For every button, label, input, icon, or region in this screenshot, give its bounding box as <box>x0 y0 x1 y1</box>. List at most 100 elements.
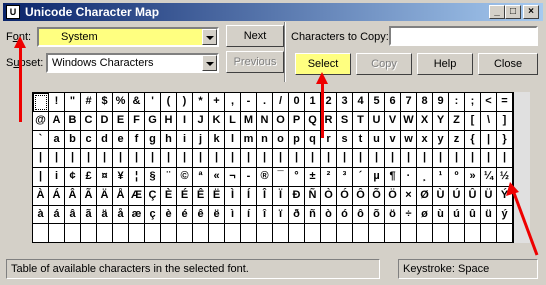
char-cell[interactable]: | <box>449 149 465 168</box>
char-cell[interactable]: Ó <box>337 186 353 206</box>
char-cell[interactable]: f <box>129 130 145 150</box>
char-cell[interactable]: , <box>225 93 241 112</box>
char-cell[interactable]: ä <box>97 205 113 225</box>
char-cell[interactable] <box>449 224 465 243</box>
char-cell[interactable]: ü <box>481 205 497 225</box>
char-cell[interactable]: Î <box>257 186 273 206</box>
char-cell[interactable]: Ý <box>497 186 513 206</box>
minimize-button[interactable]: _ <box>489 5 505 19</box>
char-cell[interactable]: | <box>417 149 433 168</box>
char-cell[interactable]: 1 <box>305 93 321 112</box>
char-cell[interactable] <box>417 224 433 243</box>
char-cell[interactable]: | <box>97 149 113 168</box>
char-cell[interactable]: I <box>177 111 193 131</box>
char-cell[interactable]: S <box>337 111 353 131</box>
char-cell[interactable]: É <box>177 186 193 206</box>
char-cell[interactable]: \ <box>481 111 497 131</box>
char-cell[interactable]: ¼ <box>481 168 497 187</box>
close-button[interactable]: Close <box>478 53 538 75</box>
char-cell[interactable] <box>177 224 193 243</box>
char-cell[interactable]: T <box>353 111 369 131</box>
char-cell[interactable]: Ð <box>289 186 305 206</box>
char-cell[interactable]: ' <box>145 93 161 112</box>
char-cell[interactable] <box>49 224 65 243</box>
char-cell[interactable] <box>465 224 481 243</box>
char-cell[interactable]: L <box>225 111 241 131</box>
char-cell[interactable]: z <box>449 130 465 150</box>
char-cell[interactable]: ¸ <box>417 168 433 187</box>
char-cell[interactable]: Ò <box>321 186 337 206</box>
char-cell[interactable]: | <box>161 149 177 168</box>
char-cell[interactable]: i <box>49 168 65 187</box>
char-cell[interactable] <box>97 224 113 243</box>
char-cell[interactable]: i <box>177 130 193 150</box>
char-cell[interactable]: } <box>497 130 513 150</box>
char-cell[interactable]: ú <box>449 205 465 225</box>
chevron-down-icon[interactable] <box>202 29 217 45</box>
char-cell[interactable]: Ö <box>385 186 401 206</box>
char-cell[interactable]: - <box>241 168 257 187</box>
char-cell[interactable]: p <box>289 130 305 150</box>
char-cell[interactable]: û <box>465 205 481 225</box>
char-cell[interactable]: ¢ <box>65 168 81 187</box>
char-cell[interactable]: | <box>65 149 81 168</box>
next-button[interactable]: Next <box>226 25 284 47</box>
char-cell[interactable]: à <box>33 205 49 225</box>
char-cell[interactable]: * <box>193 93 209 112</box>
char-cell[interactable] <box>33 93 49 112</box>
char-cell[interactable]: Í <box>241 186 257 206</box>
app-icon[interactable]: U <box>6 5 20 19</box>
char-cell[interactable]: & <box>129 93 145 112</box>
char-cell[interactable]: E <box>113 111 129 131</box>
char-cell[interactable] <box>337 224 353 243</box>
char-cell[interactable]: ± <box>305 168 321 187</box>
char-cell[interactable]: « <box>209 168 225 187</box>
char-cell[interactable]: £ <box>81 168 97 187</box>
char-cell[interactable]: " <box>65 93 81 112</box>
char-cell[interactable]: H <box>161 111 177 131</box>
char-cell[interactable] <box>209 224 225 243</box>
character-grid[interactable]: ! " # $% & '() * +, -./0 1 2 3 4 5 6 7 8 9:; < = @ A B C D E F G H I J… <box>32 92 514 243</box>
char-cell[interactable]: | <box>33 149 49 168</box>
char-cell[interactable]: A <box>49 111 65 131</box>
char-cell[interactable]: ½ <box>497 168 513 187</box>
char-cell[interactable] <box>401 224 417 243</box>
char-cell[interactable] <box>289 224 305 243</box>
char-cell[interactable]: m <box>241 130 257 150</box>
char-cell[interactable]: » <box>465 168 481 187</box>
char-cell[interactable] <box>369 224 385 243</box>
char-cell[interactable]: ê <box>193 205 209 225</box>
char-cell[interactable]: q <box>305 130 321 150</box>
char-cell[interactable]: Ç <box>145 186 161 206</box>
char-cell[interactable] <box>81 224 97 243</box>
char-cell[interactable]: [ <box>465 111 481 131</box>
char-cell[interactable]: | <box>177 149 193 168</box>
previous-button[interactable]: Previous <box>226 51 284 73</box>
char-cell[interactable] <box>113 224 129 243</box>
char-cell[interactable]: | <box>289 149 305 168</box>
char-cell[interactable]: µ <box>369 168 385 187</box>
char-cell[interactable]: ® <box>257 168 273 187</box>
char-cell[interactable]: J <box>193 111 209 131</box>
char-cell[interactable]: # <box>81 93 97 112</box>
char-cell[interactable]: Ù <box>433 186 449 206</box>
char-cell[interactable]: î <box>257 205 273 225</box>
char-cell[interactable]: - <box>241 93 257 112</box>
char-cell[interactable]: ¤ <box>97 168 113 187</box>
subset-select[interactable]: Windows Characters <box>46 53 219 73</box>
char-cell[interactable] <box>129 224 145 243</box>
char-cell[interactable]: ¹ <box>433 168 449 187</box>
char-cell[interactable]: Å <box>113 186 129 206</box>
char-cell[interactable]: ã <box>81 205 97 225</box>
title-bar[interactable]: U Unicode Character Map _ □ × <box>3 3 543 21</box>
char-cell[interactable]: ] <box>497 111 513 131</box>
char-cell[interactable]: Ñ <box>305 186 321 206</box>
char-cell[interactable]: | <box>113 149 129 168</box>
char-cell[interactable]: í <box>241 205 257 225</box>
char-cell[interactable]: < <box>481 93 497 112</box>
char-cell[interactable]: K <box>209 111 225 131</box>
char-cell[interactable]: e <box>113 130 129 150</box>
char-cell[interactable]: U <box>369 111 385 131</box>
char-cell[interactable]: ð <box>289 205 305 225</box>
char-cell[interactable]: s <box>337 130 353 150</box>
